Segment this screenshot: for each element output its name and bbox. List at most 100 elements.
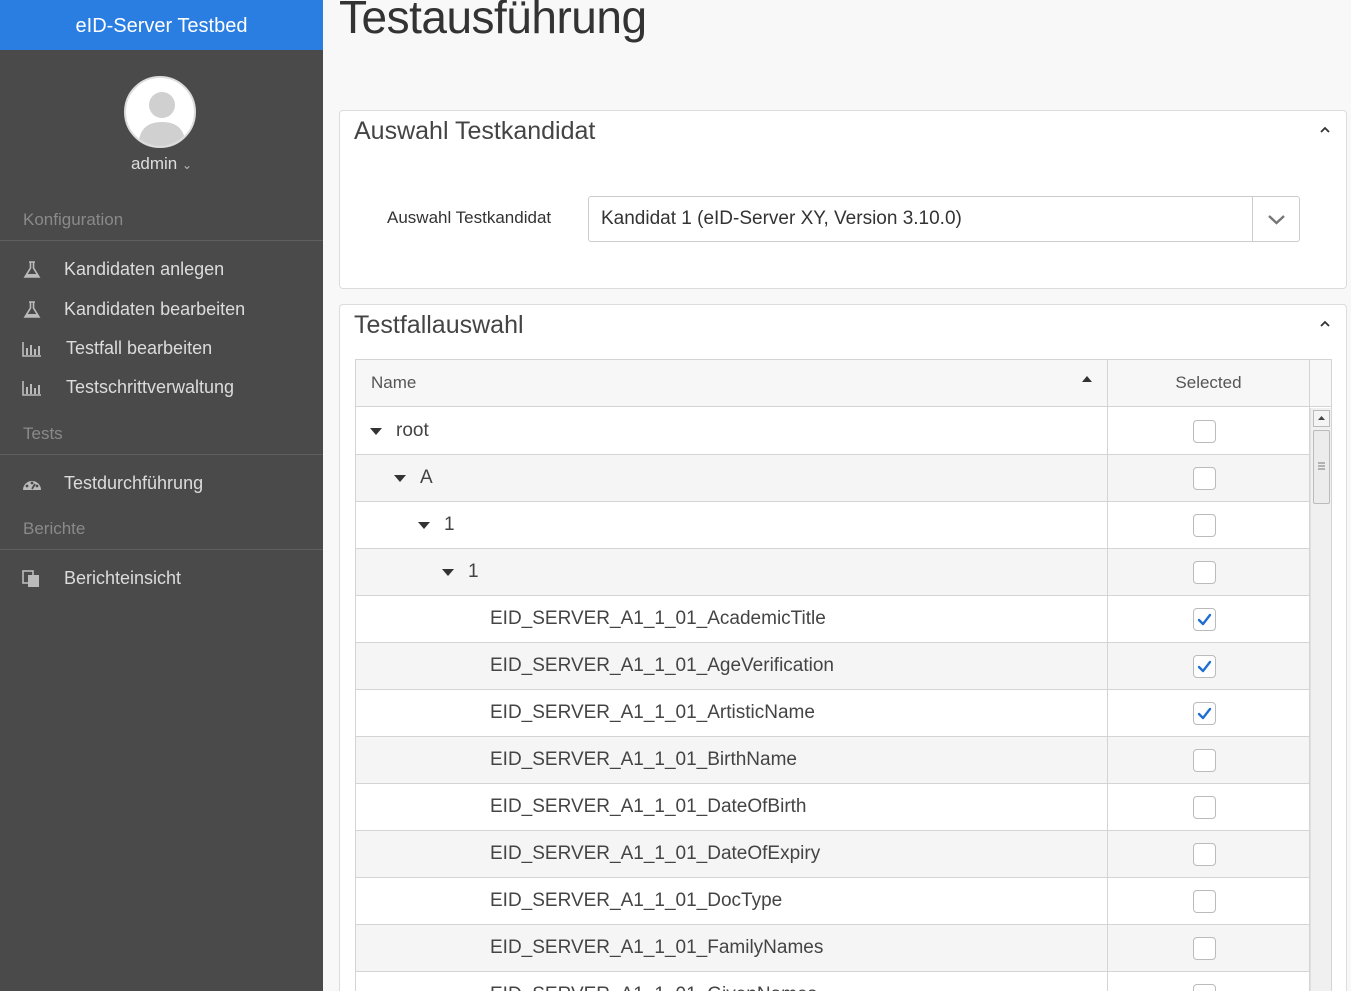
- testcase-name: EID_SERVER_A1_1_01_AcademicTitle: [490, 608, 826, 629]
- grip-icon: [1318, 462, 1325, 470]
- vertical-scrollbar[interactable]: [1310, 408, 1331, 991]
- selected-checkbox[interactable]: [1193, 608, 1216, 631]
- testcase-name: 1: [468, 561, 479, 582]
- testcase-tree-table: Name Selected root A 1 1 EID_SERVER_A1_1_01_…: [355, 359, 1332, 991]
- candidate-field-label: Auswahl Testkandidat: [387, 208, 552, 227]
- selected-checkbox[interactable]: [1193, 796, 1216, 819]
- chevron-up-icon[interactable]: [1318, 317, 1332, 331]
- bar-chart-icon: [22, 342, 41, 357]
- candidate-panel: Auswahl Testkandidat Auswahl Testkandida…: [339, 110, 1347, 289]
- expand-toggle-icon[interactable]: [418, 522, 430, 529]
- user-silhouette-icon: [138, 92, 186, 146]
- testcase-name: EID_SERVER_A1_1_01_FamilyNames: [490, 937, 824, 958]
- sidebar-item-label: Berichteinsicht: [64, 568, 182, 588]
- checkmark-icon: [1197, 707, 1212, 720]
- selected-checkbox[interactable]: [1193, 702, 1216, 725]
- app-brand[interactable]: eID-Server Testbed: [0, 0, 323, 50]
- brand-suffix: Testbed: [177, 15, 248, 37]
- brand-name: eID-Server: [75, 15, 173, 37]
- sidebar-item-label: Testfall bearbeiten: [66, 338, 213, 358]
- sort-ascending-icon[interactable]: [1082, 376, 1092, 382]
- section-berichte: Berichte: [23, 519, 86, 538]
- checkmark-icon: [1197, 613, 1212, 626]
- selected-checkbox[interactable]: [1193, 420, 1216, 443]
- table-header: Name Selected: [356, 360, 1331, 407]
- selected-checkbox[interactable]: [1193, 984, 1216, 991]
- selected-checkbox[interactable]: [1193, 467, 1216, 490]
- table-row[interactable]: EID_SERVER_A1_1_01_FamilyNames: [356, 925, 1309, 972]
- avatar[interactable]: [124, 76, 196, 148]
- user-menu[interactable]: admin ⌄: [0, 154, 323, 174]
- arrow-up-icon: [1318, 416, 1325, 420]
- testcase-name: EID_SERVER_A1_1_01_DateOfBirth: [490, 796, 807, 817]
- chevron-up-icon[interactable]: [1318, 123, 1332, 137]
- sidebar-item-testschrittverwaltung[interactable]: Testschrittverwaltung: [0, 370, 323, 406]
- testcase-name: EID_SERVER_A1_1_01_GivenNames: [490, 984, 817, 991]
- section-tests: Tests: [23, 424, 63, 443]
- dashboard-icon: [23, 481, 41, 490]
- sidebar-item-testfall-bearbeiten[interactable]: Testfall bearbeiten: [0, 331, 323, 367]
- table-row[interactable]: EID_SERVER_A1_1_01_ArtisticName: [356, 690, 1309, 737]
- expand-toggle-icon[interactable]: [442, 569, 454, 576]
- selected-checkbox[interactable]: [1193, 843, 1216, 866]
- flask-icon: [23, 301, 41, 318]
- column-divider: [1107, 360, 1108, 991]
- testcase-name: EID_SERVER_A1_1_01_DateOfExpiry: [490, 843, 821, 864]
- divider: [0, 549, 323, 550]
- bar-chart-icon: [22, 381, 41, 396]
- page-title: Testausführung: [339, 0, 647, 43]
- testcase-panel: Testfallauswahl Name Selected root A 1 1 EID…: [339, 304, 1347, 991]
- panel-title: Testfallauswahl: [354, 311, 524, 339]
- table-row[interactable]: EID_SERVER_A1_1_01_BirthName: [356, 737, 1309, 784]
- table-row[interactable]: A: [356, 455, 1309, 502]
- testcase-name: EID_SERVER_A1_1_01_DocType: [490, 890, 783, 911]
- column-header-selected[interactable]: Selected: [1108, 373, 1309, 393]
- sidebar-item-label: Testschrittverwaltung: [66, 377, 235, 397]
- candidate-select-toggle[interactable]: [1252, 197, 1299, 241]
- table-row[interactable]: root: [356, 408, 1309, 455]
- chevron-down-icon: ⌄: [181, 158, 193, 172]
- table-row[interactable]: EID_SERVER_A1_1_01_DateOfExpiry: [356, 831, 1309, 878]
- copy-icon: [22, 570, 39, 587]
- selected-checkbox[interactable]: [1193, 890, 1216, 913]
- sidebar-item-kandidaten-bearbeiten[interactable]: Kandidaten bearbeiten: [0, 292, 323, 328]
- sidebar: eID-Server Testbed admin ⌄ Konfiguration…: [0, 0, 323, 991]
- table-row[interactable]: EID_SERVER_A1_1_01_DocType: [356, 878, 1309, 925]
- selected-checkbox[interactable]: [1193, 655, 1216, 678]
- testcase-name: root: [396, 420, 429, 441]
- table-row[interactable]: EID_SERVER_A1_1_01_GivenNames: [356, 972, 1309, 991]
- sidebar-item-berichteinsicht[interactable]: Berichteinsicht: [0, 561, 323, 597]
- selected-checkbox[interactable]: [1193, 514, 1216, 537]
- expand-toggle-icon[interactable]: [394, 475, 406, 482]
- selected-checkbox[interactable]: [1193, 749, 1216, 772]
- testcase-name: EID_SERVER_A1_1_01_ArtisticName: [490, 702, 815, 723]
- selected-checkbox[interactable]: [1193, 561, 1216, 584]
- table-row[interactable]: 1: [356, 549, 1309, 596]
- table-row[interactable]: EID_SERVER_A1_1_01_DateOfBirth: [356, 784, 1309, 831]
- user-name: admin: [130, 154, 178, 173]
- sidebar-item-label: Kandidaten bearbeiten: [64, 299, 246, 319]
- scroll-up-button[interactable]: [1313, 410, 1330, 427]
- sidebar-item-kandidaten-anlegen[interactable]: Kandidaten anlegen: [0, 252, 323, 288]
- testcase-name: 1: [444, 514, 455, 535]
- testcase-name: A: [420, 467, 433, 488]
- checkmark-icon: [1197, 660, 1212, 673]
- divider: [0, 240, 323, 241]
- table-row[interactable]: EID_SERVER_A1_1_01_AgeVerification: [356, 643, 1309, 690]
- sidebar-item-testdurchfuehrung[interactable]: Testdurchführung: [0, 466, 323, 502]
- testcase-name: EID_SERVER_A1_1_01_BirthName: [490, 749, 797, 770]
- selected-checkbox[interactable]: [1193, 937, 1216, 960]
- flask-icon: [23, 261, 41, 278]
- expand-toggle-icon[interactable]: [370, 428, 382, 435]
- sidebar-item-label: Kandidaten anlegen: [64, 259, 225, 279]
- testcase-name: EID_SERVER_A1_1_01_AgeVerification: [490, 655, 834, 676]
- scroll-thumb[interactable]: [1313, 430, 1330, 504]
- table-row[interactable]: EID_SERVER_A1_1_01_AcademicTitle: [356, 596, 1309, 643]
- chevron-down-icon: [1268, 215, 1285, 225]
- column-header-name[interactable]: Name: [371, 373, 416, 393]
- sidebar-item-label: Testdurchführung: [64, 473, 204, 493]
- candidate-select-value: Kandidat 1 (eID-Server XY, Version 3.10.…: [601, 208, 962, 229]
- section-konfiguration: Konfiguration: [23, 210, 124, 229]
- table-row[interactable]: 1: [356, 502, 1309, 549]
- candidate-select[interactable]: Kandidat 1 (eID-Server XY, Version 3.10.…: [588, 196, 1300, 242]
